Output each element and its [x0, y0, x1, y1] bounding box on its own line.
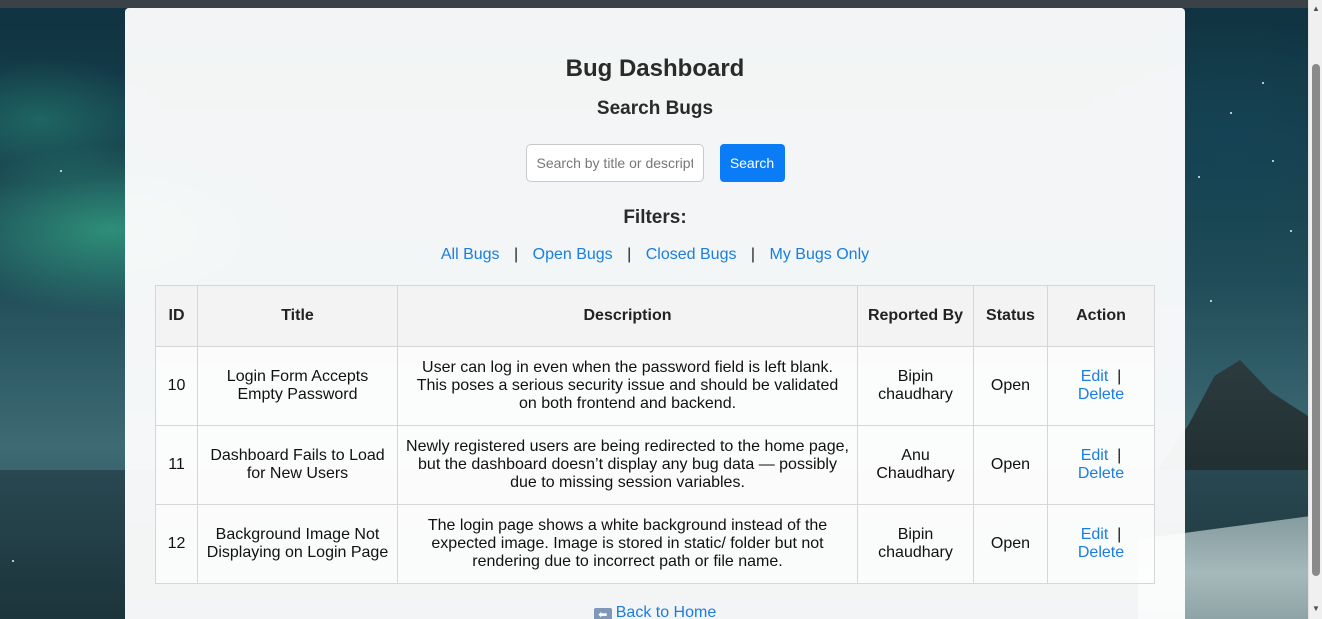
search-input[interactable] [525, 144, 704, 182]
table-header-row: ID Title Description Reported By Status … [155, 285, 1155, 347]
edit-link[interactable]: Edit [1081, 447, 1109, 464]
header-title: Title [197, 285, 398, 347]
cell-id: 10 [155, 346, 198, 426]
action-separator: | [1117, 368, 1122, 385]
back-link-label: Back to Home [615, 604, 717, 619]
filter-separator: | [750, 246, 756, 263]
filter-separator: | [627, 246, 632, 263]
cell-id: 12 [155, 504, 198, 584]
cell-description: User can log in even when the password f… [397, 346, 858, 426]
search-heading: Search Bugs [596, 98, 714, 119]
dashboard-card: Bug Dashboard Search Bugs Search Filters… [125, 8, 1185, 619]
cell-actions: Edit | Delete [1047, 425, 1155, 505]
star [12, 560, 14, 562]
cell-id: 11 [155, 425, 198, 505]
cell-title: Dashboard Fails to Load for New Users [197, 425, 398, 505]
cell-actions: Edit | Delete [1047, 504, 1155, 584]
header-reported-by: Reported By [857, 285, 974, 347]
scrollbar-thumb[interactable] [1312, 64, 1320, 576]
filter-links: All Bugs | Open Bugs | Closed Bugs | My … [125, 246, 1185, 264]
bugs-table: ID Title Description Reported By Status … [155, 285, 1155, 584]
scroll-up-arrow-icon[interactable]: ▲ [1311, 4, 1321, 14]
back-arrow-icon: ⬅ [593, 608, 612, 619]
delete-link[interactable]: Delete [1078, 465, 1124, 482]
filter-all-bugs[interactable]: All Bugs [441, 246, 500, 263]
cell-status: Open [973, 504, 1048, 584]
cell-reported-by: Bipin chaudhary [857, 504, 974, 584]
action-separator: | [1117, 526, 1122, 543]
filter-closed-bugs[interactable]: Closed Bugs [646, 246, 737, 263]
filter-separator: | [514, 246, 519, 263]
star [1290, 230, 1292, 232]
star [60, 170, 62, 172]
header-action: Action [1047, 285, 1155, 347]
star [1230, 112, 1232, 114]
delete-link[interactable]: Delete [1078, 386, 1124, 403]
back-to-home-link[interactable]: ⬅ Back to Home [593, 604, 717, 619]
cell-reported-by: Anu Chaudhary [857, 425, 974, 505]
search-bar: Search [125, 144, 1185, 182]
star [1272, 160, 1274, 162]
filters-heading: Filters: [623, 207, 687, 228]
header-id: ID [155, 285, 198, 347]
cell-description: Newly registered users are being redirec… [397, 425, 858, 505]
cell-description: The login page shows a white background … [397, 504, 858, 584]
page-title: Bug Dashboard [565, 55, 745, 82]
table-row: 11 Dashboard Fails to Load for New Users… [155, 425, 1155, 505]
table-row: 12 Background Image Not Displaying on Lo… [155, 504, 1155, 584]
filter-my-bugs[interactable]: My Bugs Only [770, 246, 870, 263]
filter-open-bugs[interactable]: Open Bugs [533, 246, 613, 263]
delete-link[interactable]: Delete [1078, 544, 1124, 561]
edit-link[interactable]: Edit [1081, 368, 1109, 385]
browser-top-strip [0, 0, 1308, 8]
scroll-down-arrow-icon[interactable]: ▼ [1311, 604, 1321, 614]
search-button[interactable]: Search [719, 144, 785, 182]
star [1210, 300, 1212, 302]
cell-title: Background Image Not Displaying on Login… [197, 504, 398, 584]
cell-status: Open [973, 425, 1048, 505]
vertical-scrollbar[interactable]: ▲ ▼ [1308, 0, 1322, 619]
back-link-row: ⬅ Back to Home [125, 604, 1185, 619]
cell-reported-by: Bipin chaudhary [857, 346, 974, 426]
header-description: Description [397, 285, 858, 347]
header-status: Status [973, 285, 1048, 347]
action-separator: | [1117, 447, 1122, 464]
cell-title: Login Form Accepts Empty Password [197, 346, 398, 426]
cell-status: Open [973, 346, 1048, 426]
cell-actions: Edit | Delete [1047, 346, 1155, 426]
star [1198, 176, 1200, 178]
table-row: 10 Login Form Accepts Empty Password Use… [155, 346, 1155, 426]
star [1262, 82, 1264, 84]
edit-link[interactable]: Edit [1081, 526, 1109, 543]
